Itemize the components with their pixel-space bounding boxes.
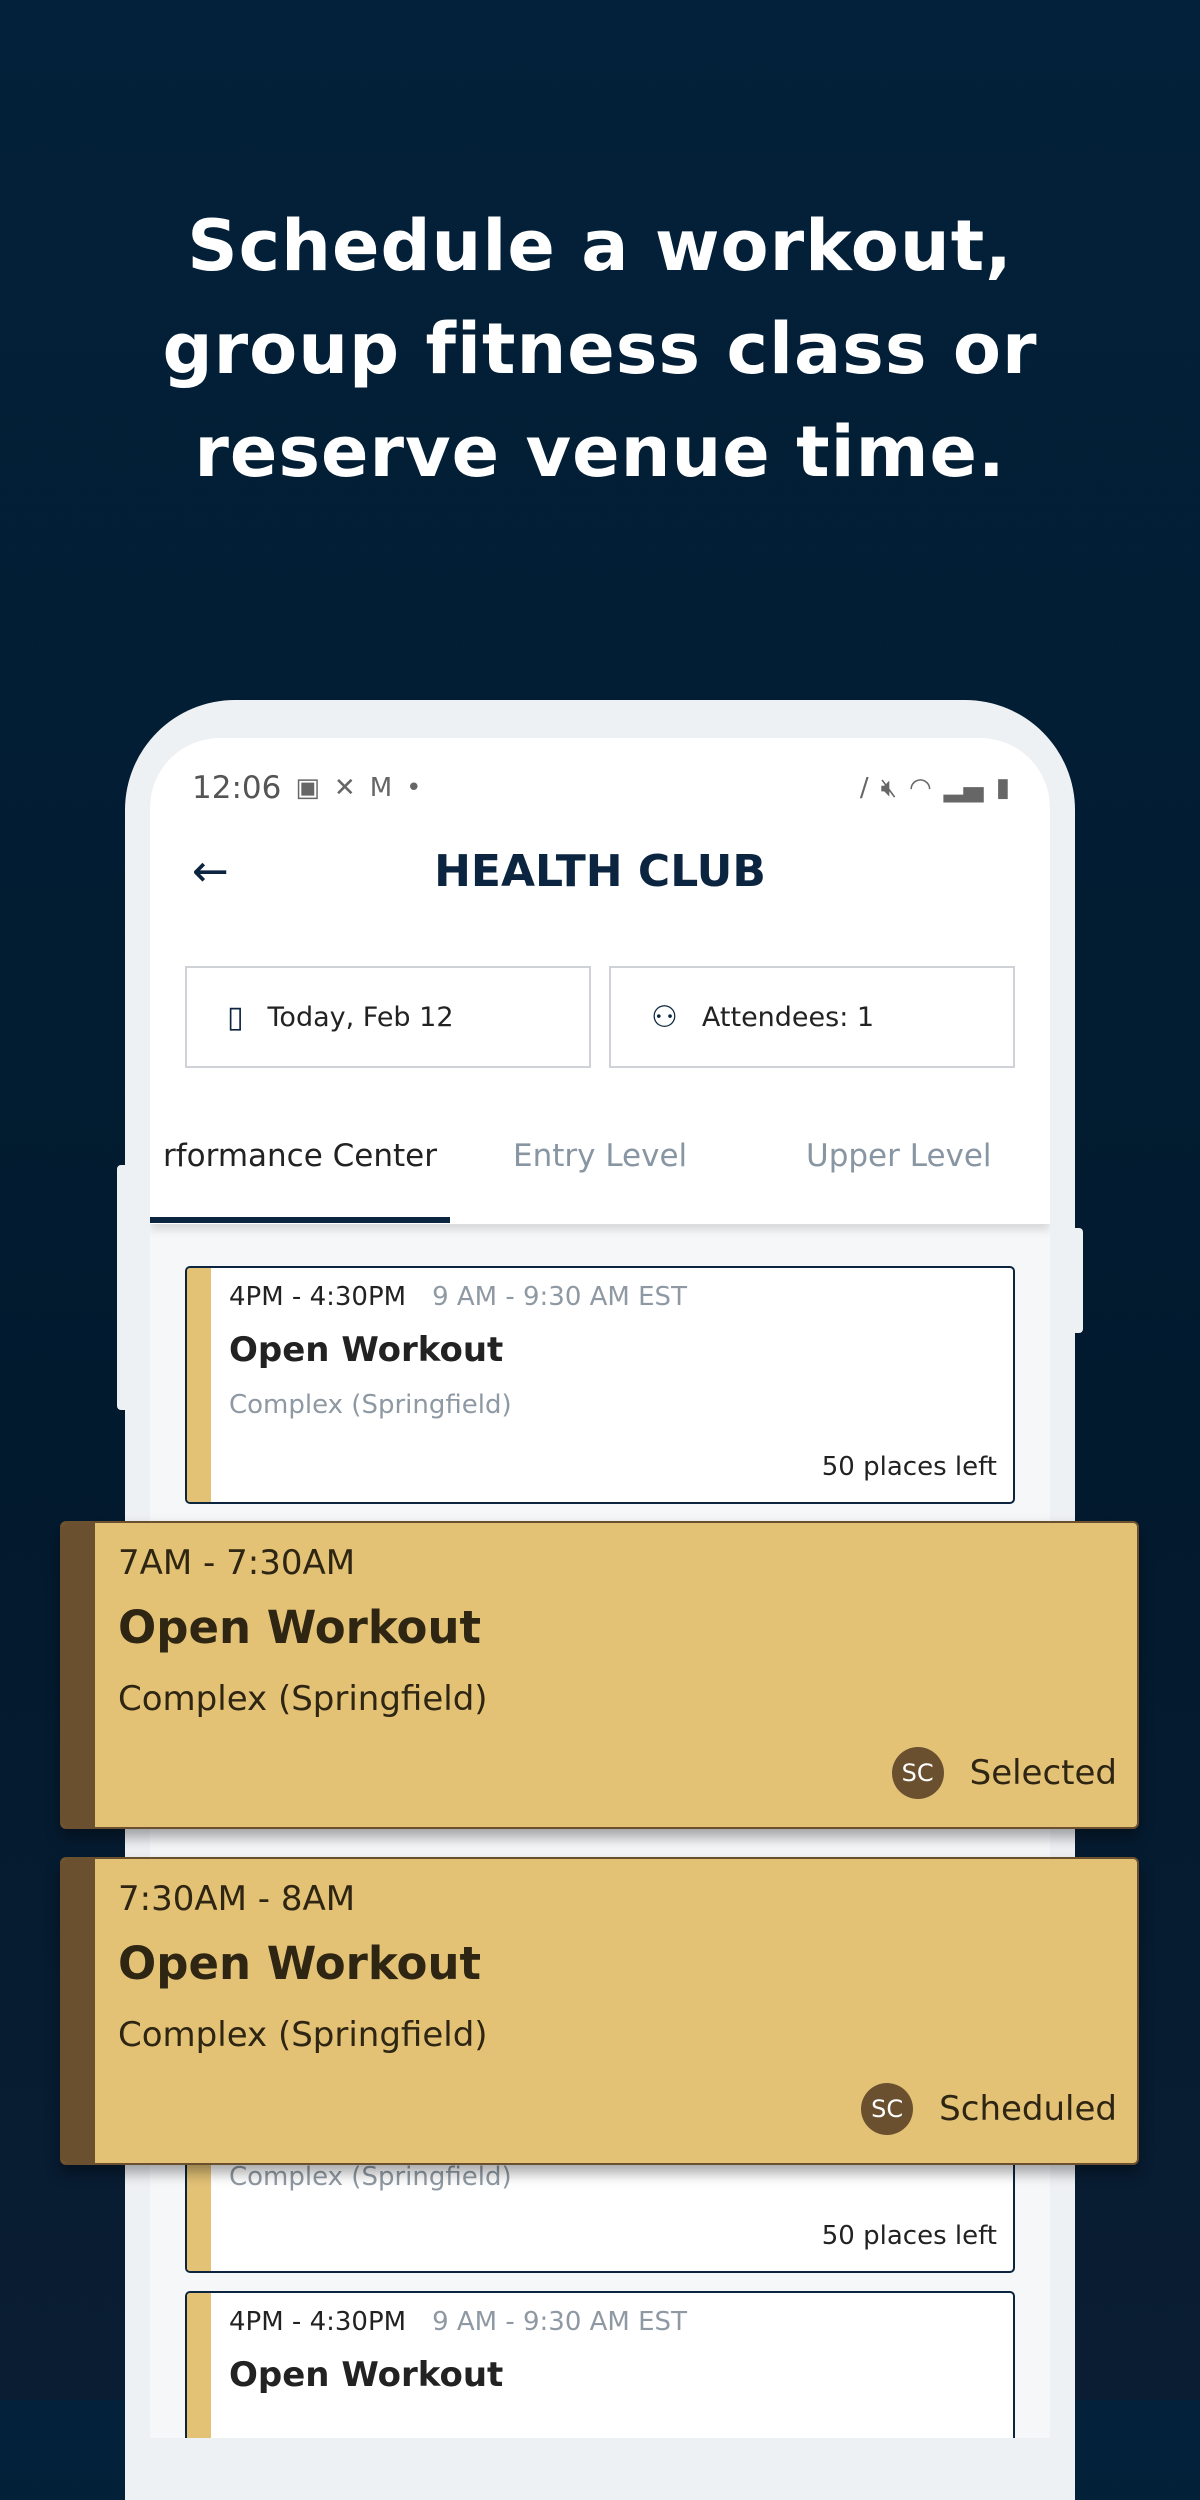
headline-line: group fitness class or	[162, 308, 1038, 390]
phone-side-button	[117, 1165, 129, 1410]
session-name: Open Workout	[118, 1601, 482, 1654]
tab-performance-center[interactable]: rformance Center	[163, 1138, 437, 1174]
clock: 12:06	[192, 770, 282, 806]
page-title: HEALTH CLUB	[434, 846, 766, 897]
headline-line: Schedule a workout,	[187, 205, 1013, 287]
time-range: 4PM - 4:30PM	[229, 1282, 407, 1312]
local-time: 9 AM - 9:30 AM EST	[432, 2307, 687, 2337]
status-bar: 12:06 ▣ ✕ M • / 🔇︎ ◠ ▂▄ ▮	[192, 768, 1010, 808]
tab-entry-level[interactable]: Entry Level	[513, 1138, 687, 1174]
tab-upper-level[interactable]: Upper Level	[806, 1138, 992, 1174]
active-tab-indicator	[150, 1217, 450, 1223]
session-time: 4PM - 4:30PM 9 AM - 9:30 AM EST	[229, 2307, 687, 2337]
session-location: Complex (Springfield)	[118, 2015, 488, 2055]
dot-icon: •	[406, 773, 422, 803]
card-accent	[187, 2293, 211, 2438]
mute-icon: 🔇︎	[880, 772, 897, 803]
session-name: Open Workout	[229, 1330, 504, 1370]
battery-icon: ▮	[995, 772, 1010, 803]
date-label: Today, Feb 12	[267, 1001, 454, 1033]
signal-icon: ▂▄	[943, 772, 984, 803]
status-label: Selected	[969, 1753, 1117, 1793]
selected-session-card[interactable]: 7AM - 7:30AM Open Workout Complex (Sprin…	[60, 1521, 1139, 1829]
phone-side-button	[1071, 1228, 1083, 1333]
session-status: SC Scheduled	[861, 2083, 1117, 2135]
session-location: Complex (Springfield)	[118, 1679, 488, 1719]
calendar-icon: ▯	[227, 999, 244, 1035]
scheduled-session-card[interactable]: 7:30AM - 8AM Open Workout Complex (Sprin…	[60, 1857, 1139, 2165]
app-header: 12:06 ▣ ✕ M • / 🔇︎ ◠ ▂▄ ▮ ← HEALTH CLUB …	[150, 738, 1050, 1224]
mail-icon: M	[369, 773, 393, 803]
tools-icon: ✕	[333, 773, 356, 803]
headline-line: reserve venue time.	[194, 411, 1006, 493]
session-time: 7:30AM - 8AM	[118, 1879, 356, 1919]
wifi-icon: ◠	[909, 772, 932, 803]
session-name: Open Workout	[229, 2355, 504, 2395]
gallery-icon: ▣	[295, 773, 320, 803]
date-picker[interactable]: ▯ Today, Feb 12	[185, 966, 591, 1068]
card-accent	[62, 1523, 95, 1827]
card-accent	[187, 1268, 211, 1502]
people-icon: ⚇	[651, 999, 678, 1035]
local-time: 9 AM - 9:30 AM EST	[432, 1282, 687, 1312]
session-status: SC Selected	[891, 1747, 1117, 1799]
avatar: SC	[891, 1747, 944, 1799]
attendees-picker[interactable]: ⚇ Attendees: 1	[609, 966, 1015, 1068]
pen-icon: /	[859, 772, 869, 803]
session-time: 7AM - 7:30AM	[118, 1543, 356, 1583]
session-name: Open Workout	[118, 1937, 482, 1990]
card-accent	[62, 1859, 95, 2163]
session-location: Complex (Springfield)	[229, 1390, 512, 1420]
session-time: 4PM - 4:30PM 9 AM - 9:30 AM EST	[229, 1282, 687, 1312]
attendees-label: Attendees: 1	[701, 1001, 875, 1033]
status-label: Scheduled	[939, 2089, 1117, 2129]
headline: Schedule a workout, group fitness class …	[0, 195, 1200, 504]
session-card[interactable]: 4PM - 4:30PM 9 AM - 9:30 AM EST Open Work…	[185, 1266, 1015, 1504]
avatar: SC	[861, 2083, 914, 2135]
session-location: Complex (Springfield)	[229, 2162, 512, 2192]
places-left: 50 places left	[821, 1452, 997, 1482]
places-left: 50 places left	[821, 2221, 997, 2251]
session-card[interactable]: 4PM - 4:30PM 9 AM - 9:30 AM EST Open Work…	[185, 2291, 1015, 2438]
time-range: 4PM - 4:30PM	[229, 2307, 407, 2337]
